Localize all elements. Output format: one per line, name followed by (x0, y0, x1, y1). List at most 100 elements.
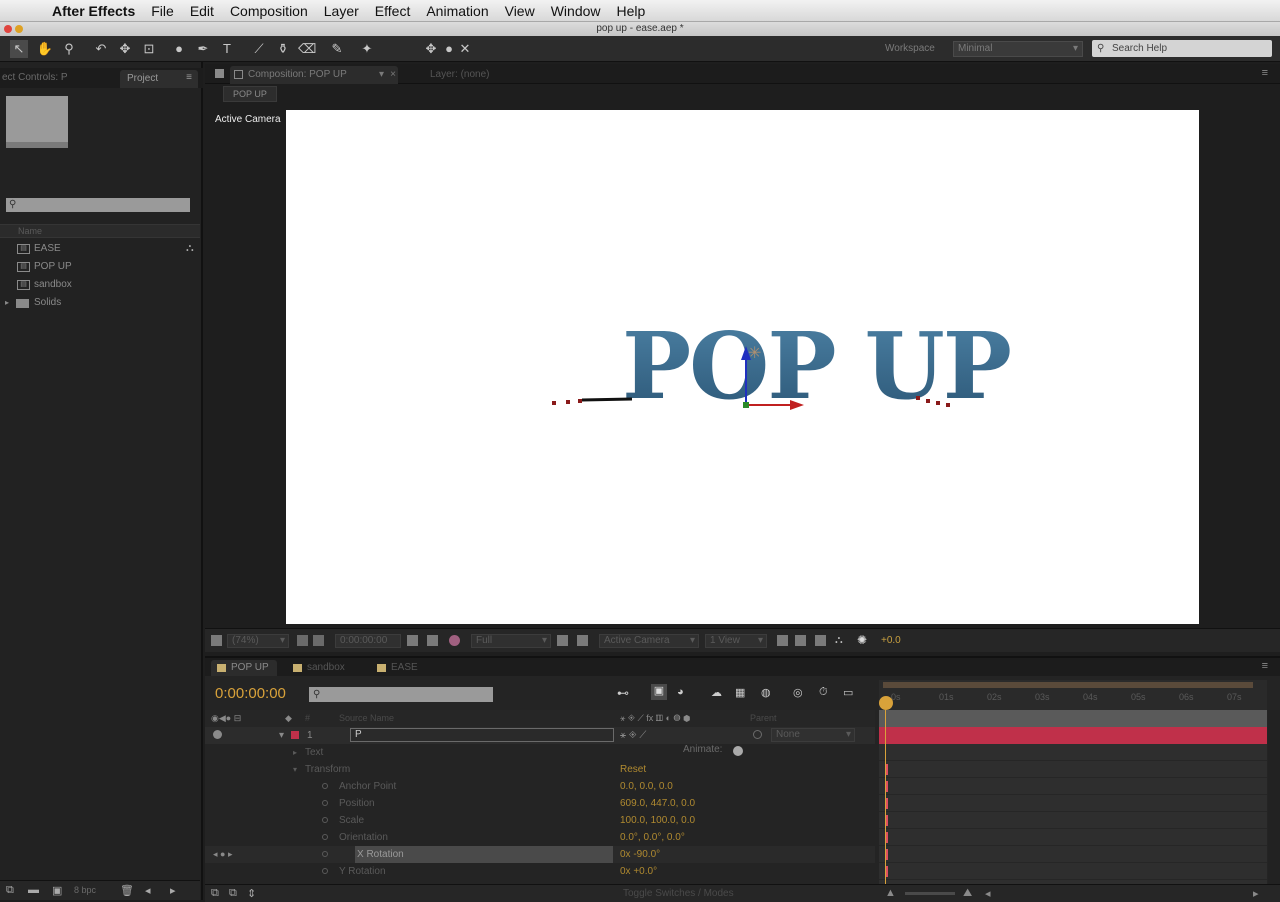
layer-label-color[interactable] (291, 731, 299, 739)
flowchart-icon[interactable]: ⛬ (835, 635, 846, 646)
pan-behind-tool-icon[interactable]: ⊡ (140, 40, 158, 58)
magnification-select[interactable]: (74%) ▾ (227, 634, 289, 648)
toggle-pixel-aspect-icon[interactable] (777, 635, 788, 646)
scroll-right-icon[interactable]: ▸ (1253, 887, 1259, 900)
snapshot-icon[interactable] (407, 635, 418, 646)
zoom-out-icon[interactable]: ▲ (885, 887, 896, 899)
clone-stamp-tool-icon[interactable]: ⚱ (274, 40, 292, 58)
property-row[interactable]: Anchor Point 0.0, 0.0, 0.0 (205, 778, 875, 795)
camera-tool-icon[interactable]: ✥ (116, 40, 134, 58)
menu-file[interactable]: File (143, 3, 182, 19)
project-item[interactable]: ▸ Solids (0, 294, 200, 312)
twirl-right-icon[interactable]: ▸ (293, 744, 297, 761)
fast-previews-icon[interactable] (795, 635, 806, 646)
timeline-tracks[interactable] (879, 710, 1267, 884)
mask-visibility-icon[interactable] (313, 635, 324, 646)
trash-icon[interactable]: 🗑 (120, 884, 134, 897)
motion-path-keyframe[interactable] (578, 399, 582, 403)
project-column-name-header[interactable]: Name (0, 224, 200, 238)
project-item[interactable]: ▤ sandbox (0, 276, 200, 294)
stopwatch-icon[interactable] (322, 783, 328, 789)
toggle-switches-modes-button[interactable]: Toggle Switches / Modes (623, 888, 734, 899)
layer-row[interactable]: ▾ 1 P ⚹ ◈ ⟋ None ▾ (205, 727, 875, 744)
menu-layer[interactable]: Layer (316, 3, 367, 19)
property-row[interactable]: Y Rotation 0x +0.0° (205, 863, 875, 880)
property-track[interactable] (879, 812, 1267, 829)
lock-icon[interactable] (234, 70, 243, 79)
menu-composition[interactable]: Composition (222, 3, 316, 19)
new-folder-icon[interactable]: ▬ (28, 884, 39, 896)
search-help-input[interactable]: ⚲ Search Help (1092, 40, 1272, 57)
type-tool-icon[interactable]: T (218, 40, 236, 58)
panel-menu-icon[interactable]: ≡ (1262, 67, 1268, 79)
zoom-in-icon[interactable]: ⛰ (963, 887, 972, 900)
property-row[interactable]: ▾ Transform Reset (205, 761, 875, 778)
tab-project[interactable]: Project ≡ (120, 70, 198, 88)
frame-blending-icon[interactable]: ▦ (735, 686, 745, 699)
stopwatch-icon[interactable] (322, 851, 328, 857)
exposure-icon[interactable]: ✺ (857, 634, 868, 646)
stopwatch-icon[interactable] (322, 868, 328, 874)
property-track[interactable] (879, 761, 1267, 778)
property-row[interactable]: ▸ Text (205, 744, 875, 761)
time-ruler[interactable]: 0s 01s 02s 03s 04s 05s 06s 07s (879, 680, 1267, 710)
property-track[interactable] (879, 778, 1267, 795)
composition-canvas[interactable]: POP UP ✳ (286, 110, 1199, 624)
menu-app-name[interactable]: After Effects (40, 3, 143, 19)
stopwatch-icon[interactable] (322, 834, 328, 840)
source-name-header[interactable]: Source Name (339, 713, 394, 723)
scroll-left-icon[interactable]: ◂ (985, 887, 991, 900)
rotation-tool-icon[interactable]: ↶ (92, 40, 110, 58)
view-axis-icon[interactable]: ✕ (456, 40, 474, 58)
timeline-current-time[interactable]: 0:00:00:00 (215, 685, 286, 702)
shape-tool-icon[interactable]: ● (170, 40, 188, 58)
view-layout-select[interactable]: 1 View ▾ (705, 634, 767, 648)
menu-edit[interactable]: Edit (182, 3, 222, 19)
motion-path-keyframe[interactable] (926, 399, 930, 403)
live-update-icon[interactable]: ▣ (651, 684, 667, 700)
property-value[interactable]: Reset (620, 761, 646, 778)
property-value[interactable]: 0x -90.0° (620, 846, 660, 863)
tab-effect-controls[interactable]: ect Controls: P (2, 72, 68, 83)
resolution-select[interactable]: Full ▾ (471, 634, 551, 648)
keyframe-navigator[interactable]: ◂ ● ▸ (213, 846, 232, 863)
motion-path-keyframe[interactable] (916, 396, 920, 400)
property-track[interactable] (879, 744, 1267, 761)
draft-3d-icon[interactable]: ◕ (677, 686, 684, 698)
menu-animation[interactable]: Animation (418, 3, 496, 19)
scroll-right-icon[interactable]: ▸ (170, 884, 176, 897)
puppet-pin-tool-icon[interactable]: ✦ (358, 40, 376, 58)
transform-gizmo[interactable]: ✳ (734, 342, 814, 412)
timeline-search-input[interactable]: ⚲ (309, 687, 493, 702)
motion-path-keyframe[interactable] (936, 401, 940, 405)
roto-brush-tool-icon[interactable]: ✎ (328, 40, 346, 58)
composition-mini-flowchart-icon[interactable]: ⊷ (617, 686, 629, 700)
close-icon[interactable]: × (390, 69, 396, 80)
property-track[interactable] (879, 846, 1267, 863)
current-time-display[interactable]: 0:00:00:00 (335, 634, 401, 648)
anchor-point-icon[interactable] (743, 402, 749, 408)
timeline-icon[interactable] (815, 635, 826, 646)
workspace-select[interactable]: Minimal ▾ (953, 41, 1083, 57)
tab-timeline-ease[interactable]: EASE (371, 660, 426, 676)
property-value[interactable]: 609.0, 447.0, 0.0 (620, 795, 695, 812)
stopwatch-icon[interactable]: ⏱ (819, 686, 828, 699)
color-channels-icon[interactable] (449, 635, 460, 646)
motion-blur-icon[interactable]: ◍ (761, 686, 771, 699)
selection-tool-icon[interactable]: ↖ (10, 40, 28, 58)
panel-menu-icon[interactable]: ≡ (1262, 660, 1268, 672)
twirl-right-icon[interactable]: ▸ (5, 294, 9, 312)
layer-duration-bar[interactable] (879, 727, 1267, 744)
stopwatch-icon[interactable] (322, 800, 328, 806)
property-row[interactable]: Orientation 0.0°, 0.0°, 0.0° (205, 829, 875, 846)
expand-in-out-icon[interactable]: ⇕ (247, 887, 256, 900)
property-track[interactable] (879, 795, 1267, 812)
twirl-down-icon[interactable]: ▾ (279, 727, 284, 744)
motion-path-keyframe[interactable] (566, 400, 570, 404)
motion-path-keyframe[interactable] (552, 401, 556, 405)
pen-tool-icon[interactable]: ✒ (194, 40, 212, 58)
zoom-tool-icon[interactable]: ⚲ (60, 40, 78, 58)
interpret-footage-icon[interactable]: ⧉ (6, 884, 14, 897)
property-value[interactable]: 100.0, 100.0, 0.0 (620, 812, 695, 829)
region-of-interest-icon[interactable] (557, 635, 568, 646)
